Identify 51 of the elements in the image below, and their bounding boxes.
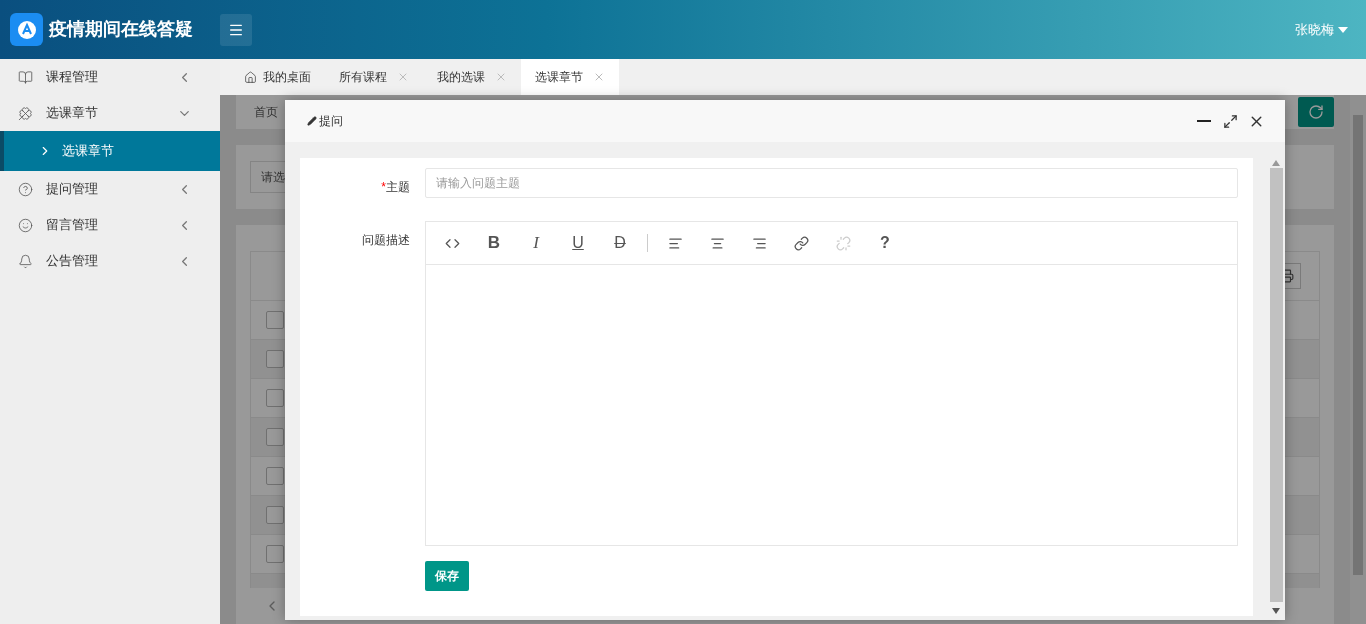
tab[interactable]: 我的桌面	[230, 59, 325, 95]
field-label: 问题描述	[361, 232, 411, 249]
sidebar-item[interactable]: 课程管理	[0, 59, 220, 95]
scroll-down-icon	[1272, 608, 1280, 614]
app-title: 疫情期间在线答疑	[49, 18, 193, 41]
dialog-title: 提问	[319, 113, 343, 130]
breadcrumb[interactable]: 首页	[254, 103, 278, 122]
sidebar-item[interactable]: 公告管理	[0, 243, 220, 279]
smiley-icon	[18, 217, 33, 233]
logo-icon	[10, 13, 43, 46]
close-icon	[495, 71, 507, 83]
underline-button[interactable]: U	[557, 228, 599, 258]
tab[interactable]: 所有课程	[325, 59, 423, 95]
row-checkbox[interactable]	[266, 506, 284, 524]
row-checkbox[interactable]	[266, 467, 284, 485]
maximize-icon	[1222, 113, 1238, 129]
strikethrough-button[interactable]: D	[599, 228, 641, 258]
pencil-icon	[307, 116, 317, 126]
field-label: *主题	[380, 179, 411, 196]
sidebar-subitem[interactable]: 选课章节	[0, 131, 220, 171]
row-checkbox[interactable]	[266, 428, 284, 446]
sidebar-item[interactable]: 选课章节	[0, 95, 220, 131]
scroll-up-icon	[1272, 160, 1280, 166]
rich-text-editor[interactable]: B I U D ?	[425, 221, 1238, 546]
tab[interactable]: 选课章节	[521, 59, 619, 95]
help-button[interactable]: ?	[864, 228, 906, 258]
clover-icon	[18, 105, 33, 121]
row-checkbox[interactable]	[266, 311, 284, 329]
italic-button[interactable]: I	[515, 228, 557, 258]
refresh-icon	[1308, 104, 1324, 121]
toolbar-separator	[647, 234, 648, 252]
row-checkbox[interactable]	[266, 389, 284, 407]
home-icon	[244, 70, 257, 84]
bold-button[interactable]: B	[473, 228, 515, 258]
subject-field[interactable]: 请输入问题主题	[425, 168, 1238, 198]
row-checkbox[interactable]	[266, 350, 284, 368]
book-icon	[18, 69, 33, 85]
question-icon	[18, 181, 33, 197]
minimize-icon	[1197, 120, 1211, 122]
close-icon	[593, 71, 605, 83]
tab[interactable]: 我的选课	[423, 59, 521, 95]
sidebar-item[interactable]: 提问管理	[0, 171, 220, 207]
save-button[interactable]: 保存	[425, 561, 469, 591]
close-icon	[397, 71, 409, 83]
sidebar-item[interactable]: 留言管理	[0, 207, 220, 243]
caret-icon	[1338, 26, 1348, 33]
bell-icon	[18, 253, 33, 269]
page-scrollbar[interactable]	[1350, 95, 1366, 624]
row-checkbox[interactable]	[266, 545, 284, 563]
menu-button[interactable]	[220, 13, 252, 46]
refresh-button[interactable]	[1298, 97, 1334, 128]
